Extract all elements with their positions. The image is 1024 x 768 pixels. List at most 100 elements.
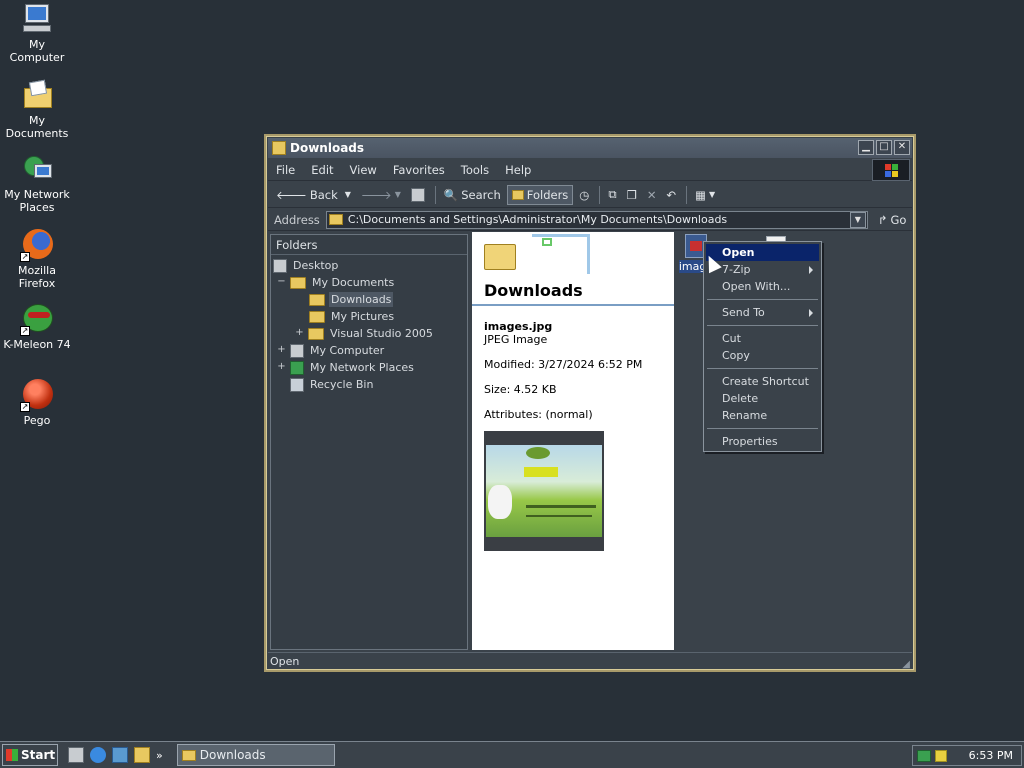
volume-tray-icon[interactable] [935,749,947,762]
folders-button[interactable]: Folders [506,184,574,205]
show-desktop-icon[interactable] [68,747,84,763]
tree-item-desktop[interactable]: Desktop [273,257,340,274]
documents-folder-icon [290,276,306,289]
menu-help[interactable]: Help [497,163,539,177]
back-label: Back [309,187,338,202]
address-dropdown-button[interactable]: ▼ [849,211,866,228]
folders-label: Folders [526,187,569,202]
menu-item-7-zip[interactable]: 7-Zip [706,261,819,278]
back-button[interactable]: 🡐 Back ▼ [272,186,355,204]
desktop-icon-my-documents[interactable]: My Documents [0,78,74,140]
network-icon [290,360,304,375]
menu-separator [707,299,818,300]
menu-file[interactable]: File [268,163,303,177]
delete-button[interactable]: ✕ [643,186,661,204]
menu-tools[interactable]: Tools [453,163,497,177]
firefox-icon: ↗ [20,228,54,262]
desktop-icon-label: K-Meleon 74 [3,338,71,351]
history-button[interactable]: ◷ [575,186,593,204]
internet-explorer-icon[interactable] [90,747,106,763]
details-panel: Downloads images.jpg JPEG Image Modified… [472,232,674,650]
desktop-icon-my-computer[interactable]: My Computer [0,2,74,64]
menu-item-open-with[interactable]: Open With... [706,278,819,295]
menu-edit[interactable]: Edit [303,163,341,177]
tree-item-label: My Pictures [331,310,395,323]
history-icon: ◷ [579,187,590,202]
explorer-icon[interactable] [134,747,150,763]
address-input[interactable]: C:\Documents and Settings\Administrator\… [325,210,868,229]
up-folder-icon [410,187,425,202]
expand-icon[interactable]: + [295,328,304,338]
folders-pane: Folders Desktop − My Documents Downloads… [270,234,468,650]
menu-item-send-to[interactable]: Send To [706,304,819,321]
views-button[interactable]: ▦ ▼ [691,186,719,204]
start-button[interactable]: Start [2,744,58,766]
toolbar-separator [599,185,601,204]
tree-item-my-documents[interactable]: − My Documents [277,274,396,291]
tree-item-visual-studio-2005[interactable]: + Visual Studio 2005 [295,325,435,342]
taskbar-button-label: Downloads [199,748,266,762]
quick-launch-more-button[interactable]: » [156,749,163,762]
up-folder-button[interactable] [407,186,429,204]
menu-item-delete[interactable]: Delete [706,390,819,407]
toolbar-separator [686,185,688,204]
pego-icon: ↗ [20,378,54,412]
network-icon [20,152,54,186]
desktop-icon-k-meleon[interactable]: ↗ K-Meleon 74 [0,302,74,351]
tree-item-my-pictures[interactable]: My Pictures [309,308,396,325]
computer-icon [290,343,304,358]
menu-favorites[interactable]: Favorites [385,163,453,177]
forward-button[interactable]: 🡒 ▼ [357,186,405,204]
title-bar[interactable]: Downloads ▁ □ ✕ [268,138,912,158]
tree-item-downloads[interactable]: Downloads [309,291,394,308]
menu-item-rename[interactable]: Rename [706,407,819,424]
desktop-icon-my-network-places[interactable]: My Network Places [0,152,74,214]
chevron-down-icon: ▼ [709,190,716,199]
recycle-bin-icon [290,377,304,392]
windows-logo-icon [872,159,910,181]
collapse-icon[interactable]: − [277,277,286,287]
desktop-icon-label: My Computer [9,38,65,64]
file-name: images.jpg [484,320,553,333]
folders-pane-header: Folders [271,235,467,255]
menu-item-create-shortcut[interactable]: Create Shortcut [706,373,819,390]
tree-item-my-computer[interactable]: + My Computer [277,342,386,359]
menu-item-open[interactable]: Open [706,244,819,261]
desktop-icon-pego[interactable]: ↗ Pego [0,378,74,427]
expand-icon[interactable]: + [277,345,286,355]
thumbnail-turtle-shape [526,447,550,459]
submenu-arrow-icon [809,266,813,274]
thumbnail-dog-shape [488,485,512,519]
desktop-icon-mozilla-firefox[interactable]: ↗ Mozilla Firefox [0,228,74,290]
menu-item-cut[interactable]: Cut [706,330,819,347]
tree-item-my-network-places[interactable]: + My Network Places [277,359,416,376]
taskbar-button-downloads[interactable]: Downloads [176,744,335,766]
menu-item-copy[interactable]: Copy [706,347,819,364]
minimize-button[interactable]: ▁ [858,140,874,155]
menu-item-properties[interactable]: Properties [706,433,819,450]
folder-icon [328,214,343,225]
go-button[interactable]: ↱ Go [878,213,907,227]
copy-to-button[interactable]: ❐ [623,186,641,204]
undo-button[interactable]: ↶ [663,186,681,204]
resize-grip-icon[interactable]: ◢ [902,659,910,670]
shortcut-arrow-icon: ↗ [20,252,30,262]
tree-item-label: Desktop [293,259,339,272]
search-button[interactable]: 🔍 Search [440,186,505,204]
tree-item-recycle-bin[interactable]: Recycle Bin [290,376,375,393]
outlook-express-icon[interactable] [112,747,128,763]
maximize-button[interactable]: □ [876,140,892,155]
close-button[interactable]: ✕ [894,140,910,155]
submenu-arrow-icon [809,309,813,317]
move-to-button[interactable]: ⧉ [604,185,620,204]
image-thumbnail [484,431,604,551]
menu-view[interactable]: View [342,163,385,177]
chevron-down-icon[interactable]: ▼ [345,190,351,199]
network-tray-icon[interactable] [917,749,931,762]
folder-icon [484,244,516,270]
expand-icon[interactable]: + [277,362,286,372]
clock[interactable]: 6:53 PM [969,749,1013,762]
delete-x-icon: ✕ [646,187,657,202]
file-info: images.jpg JPEG Image Modified: 3/27/202… [472,306,674,421]
chevron-down-icon[interactable]: ▼ [395,190,401,199]
